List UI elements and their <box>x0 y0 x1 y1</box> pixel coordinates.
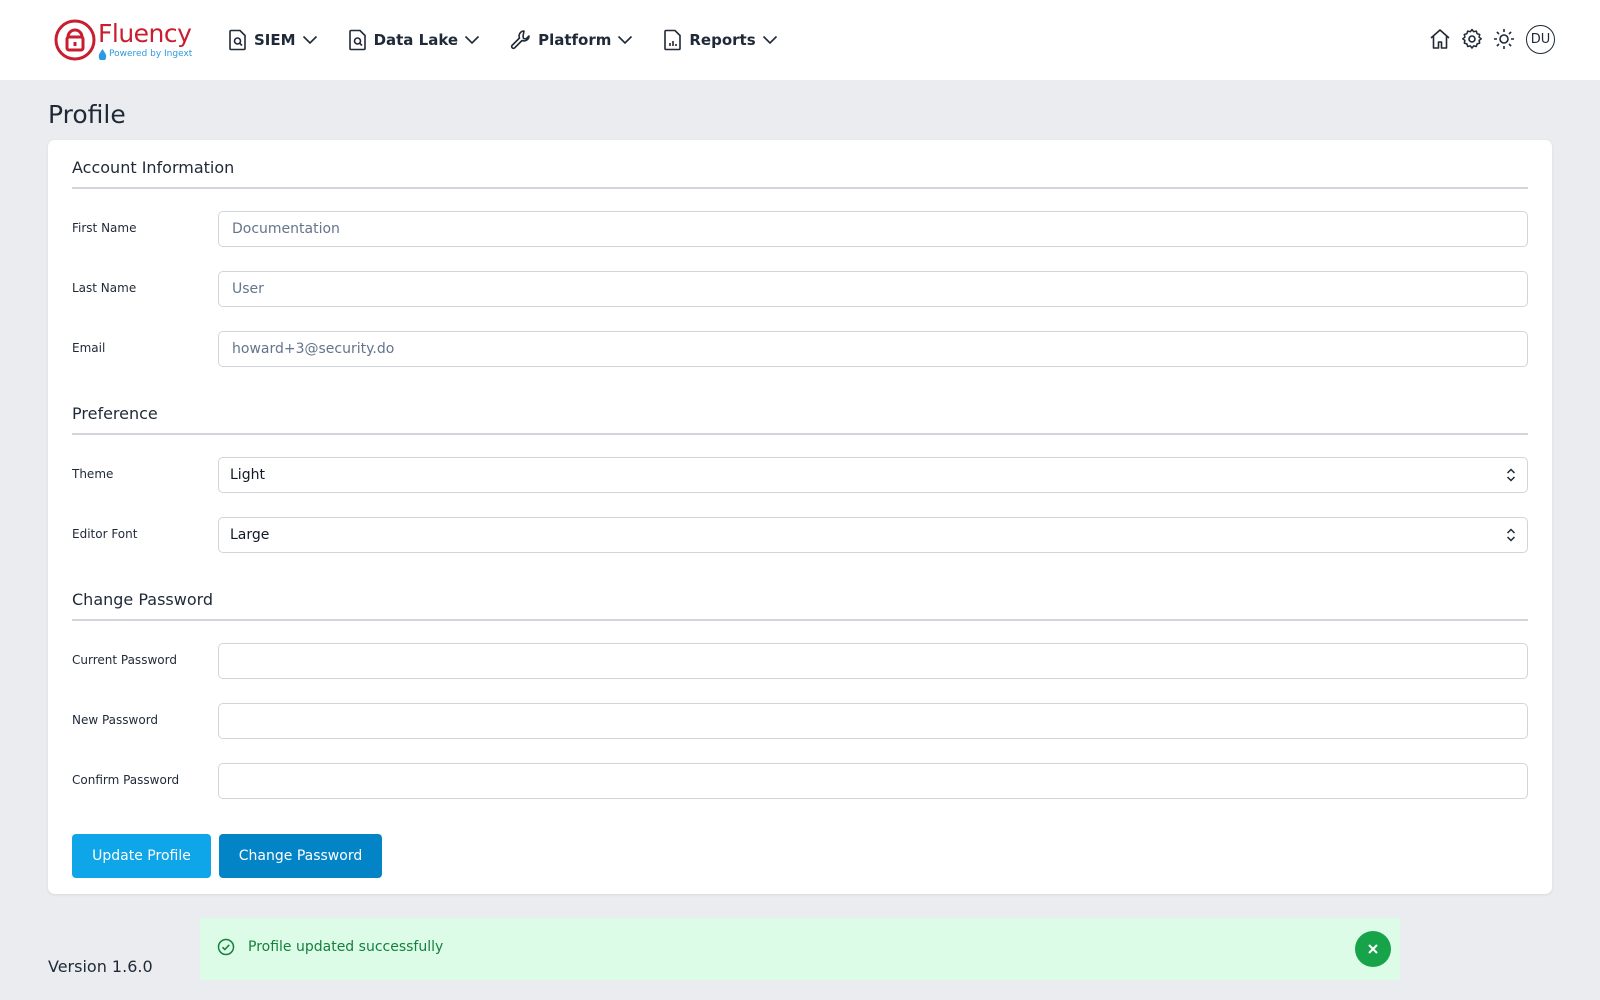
nav-reports[interactable]: Reports <box>663 29 777 51</box>
nav-reports-label: Reports <box>689 31 756 49</box>
new-password-label: New Password <box>72 713 159 727</box>
email-input[interactable] <box>218 331 1528 367</box>
fluency-logo[interactable]: Fluency Powered by Ingext <box>54 18 194 62</box>
password-section-divider <box>72 619 1528 621</box>
theme-select[interactable]: Light <box>218 457 1528 493</box>
gear-icon <box>1461 28 1483 49</box>
document-search-icon <box>348 29 366 51</box>
user-avatar[interactable]: DU <box>1526 24 1555 54</box>
nav-platform[interactable]: Platform <box>510 29 633 51</box>
nav-data-lake-label: Data Lake <box>373 31 459 49</box>
toast-close-button[interactable] <box>1355 931 1391 967</box>
editor-font-select[interactable]: Large <box>218 517 1528 553</box>
main-nav: SIEM Data Lake Platform Reports <box>228 24 808 56</box>
brand-tagline: Powered by Ingext <box>98 48 192 60</box>
toast-message: Profile updated successfully <box>248 939 444 955</box>
nav-siem-label: SIEM <box>254 31 296 49</box>
nav-siem[interactable]: SIEM <box>228 29 318 51</box>
theme-select-value: Light <box>230 467 265 483</box>
chevron-down-icon <box>762 35 777 45</box>
email-label: Email <box>72 341 106 355</box>
editor-font-label: Editor Font <box>72 527 138 541</box>
first-name-input[interactable] <box>218 211 1528 247</box>
theme-label: Theme <box>72 467 114 481</box>
preference-section-title: Preference <box>72 404 158 423</box>
chevron-down-icon <box>465 35 480 45</box>
change-password-button[interactable]: Change Password <box>219 834 382 878</box>
home-icon <box>1430 29 1450 49</box>
password-section-title: Change Password <box>72 590 214 609</box>
sun-icon <box>1494 29 1514 49</box>
last-name-label: Last Name <box>72 281 137 295</box>
home-button[interactable] <box>1429 28 1451 50</box>
update-profile-button[interactable]: Update Profile <box>72 834 211 878</box>
page-title: Profile <box>48 100 126 129</box>
nav-platform-label: Platform <box>538 31 612 49</box>
theme-toggle-button[interactable] <box>1493 28 1515 50</box>
chevron-down-icon <box>618 35 633 45</box>
top-navigation-bar: Fluency Powered by Ingext SIEM Data Lake <box>0 0 1600 80</box>
confirm-password-input[interactable] <box>218 763 1528 799</box>
select-arrows-icon <box>1506 468 1516 482</box>
current-password-input[interactable] <box>218 643 1528 679</box>
report-document-icon <box>664 29 682 51</box>
nav-data-lake[interactable]: Data Lake <box>348 29 481 51</box>
settings-button[interactable] <box>1461 28 1483 50</box>
select-arrows-icon <box>1506 528 1516 542</box>
fluency-logo-mark-icon <box>54 19 96 61</box>
success-toast: Profile updated successfully <box>200 918 1400 980</box>
check-circle-icon <box>217 938 235 956</box>
wrench-icon <box>510 30 530 50</box>
document-search-icon <box>229 29 246 51</box>
new-password-input[interactable] <box>218 703 1528 739</box>
current-password-label: Current Password <box>72 653 177 667</box>
droplet-icon <box>98 48 107 60</box>
top-right-actions: DU <box>1429 22 1555 56</box>
first-name-label: First Name <box>72 221 137 235</box>
account-section-title: Account Information <box>72 158 235 177</box>
profile-card: Account Information First Name Last Name… <box>48 140 1552 894</box>
confirm-password-label: Confirm Password <box>72 773 180 787</box>
close-icon <box>1368 944 1378 954</box>
chevron-down-icon <box>302 35 317 45</box>
account-section-divider <box>72 187 1528 189</box>
brand-name: Fluency <box>98 18 192 48</box>
last-name-input[interactable] <box>218 271 1528 307</box>
app-version: Version 1.6.0 <box>48 957 153 976</box>
preference-section-divider <box>72 433 1528 435</box>
editor-font-select-value: Large <box>230 527 270 543</box>
